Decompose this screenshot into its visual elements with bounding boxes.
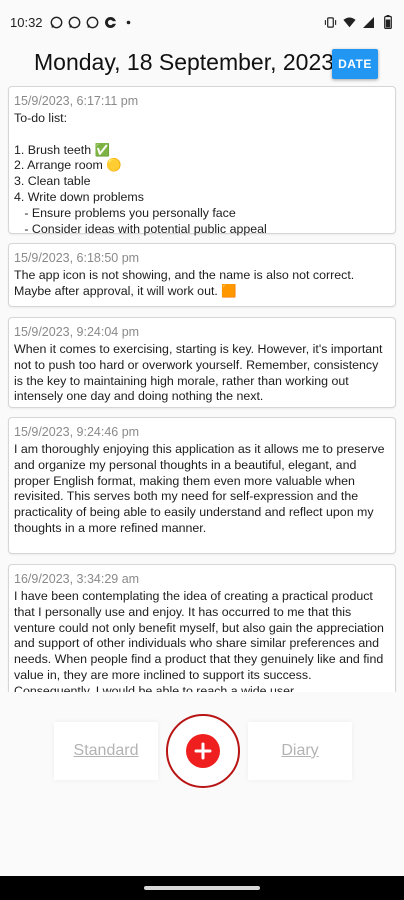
- date-button[interactable]: DATE: [332, 49, 378, 79]
- whatsapp-icon: [68, 16, 81, 29]
- vibrate-icon: [324, 16, 337, 29]
- note-timestamp: 16/9/2023, 3:34:29 am: [14, 572, 140, 586]
- whatsapp-icon: [50, 16, 63, 29]
- status-right: [324, 15, 394, 29]
- header: Monday, 18 September, 2023 DATE: [0, 44, 404, 84]
- note-card[interactable]: 15/9/2023, 9:24:46 pm I am thoroughly en…: [8, 417, 396, 554]
- note-timestamp: 15/9/2023, 9:24:04 pm: [14, 325, 140, 339]
- note-body: To-do list: 1. Brush teeth ✅ 2. Arrange …: [14, 111, 267, 236]
- signal-icon: [362, 16, 375, 29]
- note-body: The app icon is not showing, and the nam…: [14, 268, 358, 298]
- dot-icon: [122, 16, 135, 29]
- note-timestamp: 15/9/2023, 9:24:46 pm: [14, 425, 140, 439]
- note-body: When it comes to exercising, starting is…: [14, 342, 386, 404]
- tab-diary[interactable]: Diary: [248, 722, 352, 780]
- whatsapp-icon: [86, 16, 99, 29]
- note-body: I have been contemplating the idea of cr…: [14, 589, 388, 692]
- bottom-bar: Standard Diary: [0, 692, 404, 812]
- note-body: I am thoroughly enjoying this applicatio…: [14, 442, 388, 535]
- wifi-icon: [343, 16, 356, 29]
- status-time: 10:32: [10, 14, 43, 30]
- plus-icon: [186, 734, 220, 768]
- app-icon: [104, 16, 117, 29]
- note-card[interactable]: 15/9/2023, 6:17:11 pm To-do list: 1. Bru…: [8, 86, 396, 236]
- status-bar: 10:32: [0, 0, 404, 44]
- home-handle[interactable]: [144, 886, 260, 890]
- add-note-button[interactable]: [166, 714, 240, 788]
- system-nav-bar: [0, 876, 404, 900]
- note-timestamp: 15/9/2023, 6:17:11 pm: [14, 94, 139, 108]
- note-timestamp: 15/9/2023, 6:18:50 pm: [14, 251, 140, 265]
- tab-standard[interactable]: Standard: [54, 722, 158, 780]
- battery-icon: [381, 15, 394, 29]
- date-title: Monday, 18 September, 2023: [34, 49, 335, 75]
- note-card[interactable]: 15/9/2023, 6:18:50 pm The app icon is no…: [8, 243, 396, 307]
- status-left: 10:32: [10, 15, 135, 30]
- note-card[interactable]: 15/9/2023, 9:24:04 pm When it comes to e…: [8, 317, 396, 408]
- notes-list[interactable]: 15/9/2023, 6:17:11 pm To-do list: 1. Bru…: [0, 86, 404, 692]
- note-card[interactable]: 16/9/2023, 3:34:29 am I have been contem…: [8, 564, 396, 692]
